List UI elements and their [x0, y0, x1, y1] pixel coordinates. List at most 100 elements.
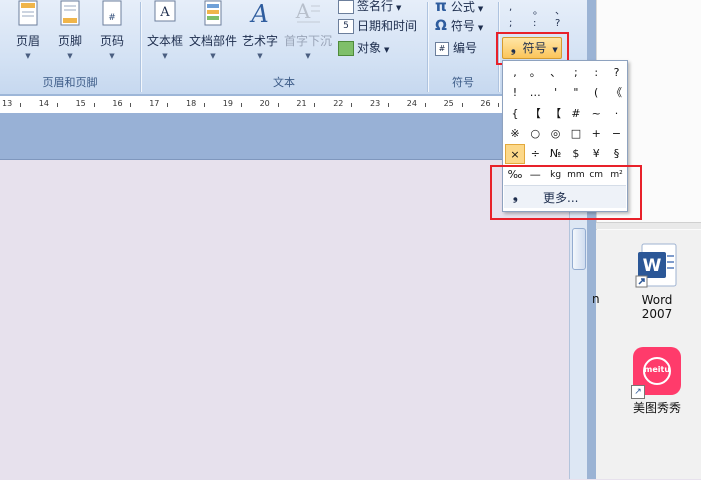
drop-cap-icon: A: [295, 0, 320, 23]
calendar-icon: 5: [338, 19, 354, 34]
page-number-icon: #: [102, 0, 122, 26]
symbol-cell[interactable]: ÷: [525, 144, 545, 164]
symbol-cell[interactable]: $: [566, 144, 586, 164]
chevron-down-icon: ▼: [67, 52, 73, 60]
page-number-label: 页码: [99, 34, 124, 48]
svg-text:#: #: [108, 13, 116, 23]
symbol-cell[interactable]: 。: [525, 63, 545, 83]
header-button[interactable]: 页眉 ▼: [10, 0, 46, 62]
symbol-cell[interactable]: 、: [546, 63, 566, 83]
symbol-cell[interactable]: §: [607, 144, 627, 164]
wordart-button[interactable]: A 艺术字 ▼: [240, 0, 280, 62]
document-page[interactable]: [0, 159, 575, 480]
shortcut-arrow-icon: ↗: [631, 385, 645, 399]
page-number-button[interactable]: # 页码 ▼: [94, 0, 130, 62]
horizontal-ruler[interactable]: 13141516171819202122232425262728: [0, 95, 575, 114]
chevron-down-icon: ▼: [210, 52, 216, 60]
symbol-cell[interactable]: ◎: [546, 124, 566, 144]
ruler-tick: [93, 103, 95, 107]
object-button[interactable]: 对象 ▼: [338, 38, 389, 58]
ruler-mark: 19: [222, 99, 233, 108]
text-box-button[interactable]: A 文本框 ▼: [146, 0, 184, 62]
footer-button[interactable]: 页脚 ▼: [52, 0, 88, 62]
symbol-cell[interactable]: ": [566, 83, 586, 103]
symbol-cell[interactable]: ?: [607, 63, 627, 83]
ruler-mark: 23: [370, 99, 381, 108]
symbol-cell[interactable]: −: [607, 124, 627, 144]
desktop-icon-meitu[interactable]: meitu ↗ 美图秀秀: [625, 347, 689, 416]
ruler-mark: 17: [149, 99, 160, 108]
date-time-button[interactable]: 5 日期和时间: [338, 16, 417, 36]
symbol-cell[interactable]: (: [586, 83, 606, 103]
quick-symbol[interactable]: :: [533, 18, 536, 29]
quick-symbol[interactable]: ,: [509, 2, 512, 13]
quick-parts-icon: [204, 0, 222, 26]
word-icon: W: [635, 243, 677, 288]
word-label-line2: 2007: [641, 307, 673, 321]
symbol-cell[interactable]: ': [546, 83, 566, 103]
ruler-mark: 14: [38, 99, 49, 108]
symbol-cell[interactable]: ×: [505, 144, 525, 165]
highlight-box-more-symbols: [490, 165, 642, 220]
chevron-down-icon: ▼: [305, 52, 311, 60]
symbol-cell[interactable]: ※: [505, 124, 525, 144]
number-button[interactable]: # 编号: [435, 38, 477, 58]
drop-cap-button[interactable]: A 首字下沉 ▼: [282, 0, 334, 62]
signature-line-label: 签名行: [357, 0, 394, 13]
symbol-cell[interactable]: □: [566, 124, 586, 144]
number-icon: #: [435, 41, 449, 56]
quick-symbol[interactable]: 、: [555, 2, 565, 17]
symbol-cell[interactable]: #: [566, 104, 586, 124]
symbol-cell[interactable]: ~: [586, 104, 606, 124]
symbol-cell[interactable]: ¥: [586, 144, 606, 164]
ruler-mark: 18: [186, 99, 197, 108]
quick-symbol-row-second: ; : ?: [505, 18, 577, 32]
quick-parts-button[interactable]: 文档部件 ▼: [188, 0, 238, 62]
chevron-down-icon: ▼: [384, 46, 390, 54]
symbol-cell[interactable]: …: [525, 83, 545, 103]
ruler-tick: [167, 103, 169, 107]
quick-symbol-row-top: , 。 、: [505, 2, 577, 17]
ruler-tick: [424, 103, 426, 107]
ruler-mark: 20: [259, 99, 270, 108]
signature-line-button[interactable]: 签名行 ▼: [338, 0, 401, 16]
ruler-mark: 22: [333, 99, 344, 108]
window-fragment-edge: [596, 222, 701, 229]
symbol-cell[interactable]: +: [586, 124, 606, 144]
svg-text:W: W: [643, 256, 662, 276]
ruler-mark: 15: [75, 99, 86, 108]
symbol-cell[interactable]: 【: [525, 104, 545, 124]
symbol-cell[interactable]: ○: [525, 124, 545, 144]
ruler-mark: 25: [443, 99, 454, 108]
symbol-cell[interactable]: ;: [566, 63, 586, 83]
ruler-tick: [461, 103, 463, 107]
equation-button[interactable]: π 公式 ▼: [435, 0, 483, 16]
symbol-cell[interactable]: {: [505, 104, 525, 124]
symbol-cell[interactable]: :: [586, 63, 606, 83]
symbol-cell[interactable]: !: [505, 83, 525, 103]
chevron-down-icon: ▼: [477, 24, 484, 32]
word-label-line1: Word: [641, 293, 673, 307]
quick-symbol[interactable]: ?: [555, 18, 560, 29]
document-margin-area: [0, 113, 575, 159]
partial-desktop-label: n: [592, 292, 600, 306]
ruler-mark: 24: [406, 99, 417, 108]
equation-label: 公式: [450, 0, 475, 14]
signature-icon: [338, 0, 354, 14]
symbol-cell[interactable]: 《: [607, 83, 627, 103]
ruler-tick: [351, 103, 353, 107]
quick-symbol[interactable]: 。: [533, 2, 543, 17]
scrollbar-thumb[interactable]: [572, 228, 586, 270]
quick-symbol[interactable]: ;: [509, 18, 512, 29]
object-label: 对象: [357, 41, 382, 55]
symbol-cell[interactable]: ,: [505, 63, 525, 83]
number-label: 编号: [453, 41, 478, 55]
header-label: 页眉: [15, 34, 40, 48]
symbol-cell[interactable]: №: [546, 144, 566, 164]
desktop-icon-word-2007[interactable]: W Word 2007: [625, 242, 689, 321]
symbol-cell[interactable]: 【: [546, 104, 566, 124]
symbol-cell[interactable]: ·: [607, 104, 627, 124]
symbol-button[interactable]: Ω 符号 ▼: [435, 16, 483, 36]
svg-text:A: A: [249, 0, 268, 26]
meitu-label: 美图秀秀: [632, 401, 681, 415]
